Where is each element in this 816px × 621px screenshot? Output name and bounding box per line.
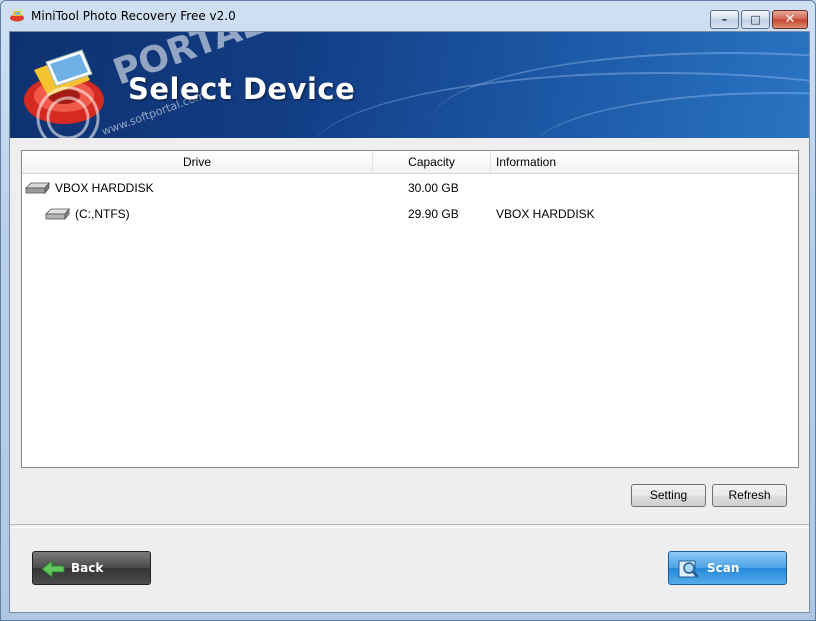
app-logo-icon	[10, 11, 24, 22]
drive-information: VBOX HARDDISK	[496, 207, 595, 221]
list-item[interactable]: (C:,NTFS) 29.90 GB VBOX HARDDISK	[22, 202, 798, 226]
list-header: Drive Capacity Information	[22, 151, 798, 174]
drive-name: VBOX HARDDISK	[55, 181, 154, 195]
hard-disk-icon	[25, 181, 50, 195]
title-bar[interactable]: MiniTool Photo Recovery Free v2.0 – □ ✕	[1, 1, 815, 31]
divider	[10, 524, 809, 528]
scan-button-label: Scan	[707, 561, 740, 575]
minimize-button[interactable]: –	[710, 10, 739, 29]
refresh-button[interactable]: Refresh	[712, 484, 787, 507]
device-list[interactable]: Drive Capacity Information VBOX HARDDISK…	[21, 150, 799, 468]
close-button[interactable]: ✕	[772, 10, 808, 29]
setting-button[interactable]: Setting	[631, 484, 706, 507]
photo-recovery-logo-icon	[24, 49, 104, 124]
scan-button[interactable]: Scan	[668, 551, 787, 585]
list-item[interactable]: VBOX HARDDISK 30.00 GB	[22, 176, 798, 200]
drive-name: (C:,NTFS)	[75, 207, 130, 221]
minimize-icon: –	[721, 13, 728, 26]
arrow-left-icon	[41, 559, 65, 579]
column-header-information[interactable]: Information	[496, 151, 696, 173]
partition-icon	[45, 207, 70, 221]
close-icon: ✕	[784, 12, 796, 27]
column-header-drive[interactable]: Drive	[22, 151, 373, 173]
drive-capacity: 29.90 GB	[408, 207, 459, 221]
page-title: Select Device	[128, 72, 356, 106]
back-button[interactable]: Back	[32, 551, 151, 585]
column-header-capacity[interactable]: Capacity	[373, 151, 491, 173]
header-banner: PORTAL www.softportal.com Select Device	[10, 32, 809, 138]
window-title: MiniTool Photo Recovery Free v2.0	[31, 9, 236, 23]
client-area: PORTAL www.softportal.com Select Device …	[9, 31, 810, 613]
scan-magnifier-icon	[678, 560, 699, 578]
back-button-label: Back	[71, 561, 104, 575]
maximize-button[interactable]: □	[741, 10, 770, 29]
app-window: MiniTool Photo Recovery Free v2.0 – □ ✕	[0, 0, 816, 621]
drive-capacity: 30.00 GB	[408, 181, 459, 195]
maximize-icon: □	[750, 13, 761, 26]
